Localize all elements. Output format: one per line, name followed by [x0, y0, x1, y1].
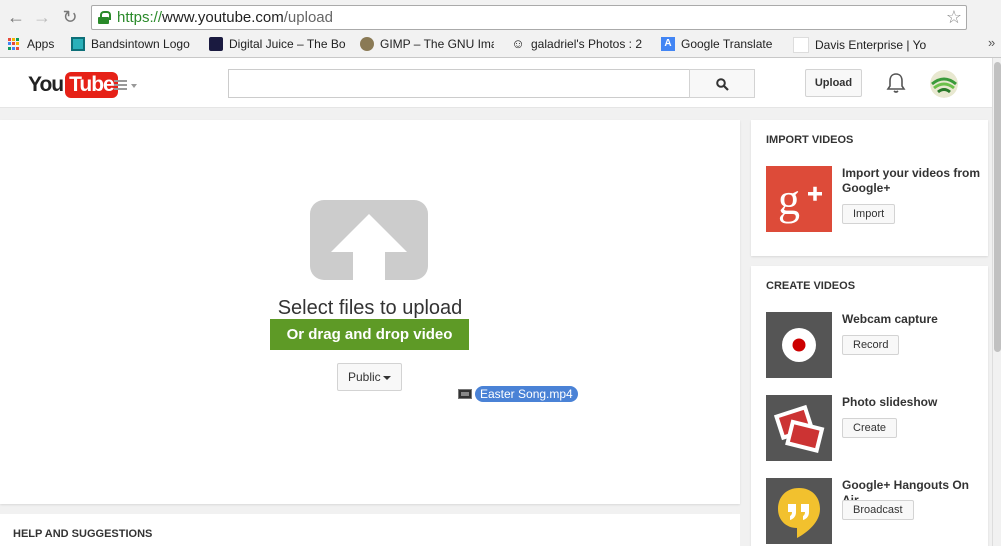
- hangouts-icon: [778, 488, 820, 538]
- browser-chrome: ← → ↻ https://www.youtube.com/upload ☆ A…: [0, 0, 1001, 58]
- avatar[interactable]: [930, 70, 958, 98]
- select-files-title[interactable]: Select files to upload: [0, 297, 740, 320]
- google-plus-tile[interactable]: g: [766, 166, 832, 232]
- hangouts-tile[interactable]: [766, 478, 832, 544]
- bookmark-label: Google Translate: [681, 37, 773, 51]
- webcam-tile[interactable]: [766, 312, 832, 378]
- logo-you: You: [28, 73, 64, 96]
- search-icon: [716, 78, 729, 91]
- digital-juice-icon: [209, 37, 223, 51]
- bookmark-bandsintown[interactable]: Bandsintown Logo: [71, 37, 190, 51]
- gimp-icon: [360, 37, 374, 51]
- notifications-bell-icon[interactable]: [886, 72, 906, 94]
- address-bar[interactable]: https://www.youtube.com/upload ☆: [91, 5, 967, 30]
- back-arrow-icon[interactable]: ←: [5, 6, 27, 28]
- import-panel-title: IMPORT VIDEOS: [766, 134, 854, 146]
- bookmark-google-translate[interactable]: A Google Translate: [661, 37, 772, 51]
- url-path: /upload: [283, 9, 333, 26]
- bookmark-digital-juice[interactable]: Digital Juice – The Bo: [209, 37, 351, 51]
- import-videos-panel: IMPORT VIDEOS g Import your videos from …: [751, 120, 988, 256]
- lock-icon: [98, 11, 111, 24]
- url-text: https://www.youtube.com/upload: [117, 9, 333, 26]
- drag-drop-banner: Or drag and drop video files: [270, 319, 469, 374]
- import-button[interactable]: Import: [842, 204, 896, 224]
- guide-menu-icon[interactable]: [114, 80, 138, 92]
- webcam-title: Webcam capture: [842, 312, 938, 326]
- create-panel-title: CREATE VIDEOS: [766, 280, 856, 292]
- google-plus-icon: g: [778, 175, 822, 224]
- bookmarks-bar: Apps Bandsintown Logo Digital Juice – Th…: [0, 34, 1001, 56]
- broadcast-button[interactable]: Broadcast: [842, 500, 914, 520]
- create-videos-panel: CREATE VIDEOS Webcam capture Record Phot…: [751, 266, 988, 546]
- privacy-select[interactable]: Public: [337, 363, 402, 391]
- forward-arrow-icon[interactable]: →: [31, 6, 53, 28]
- help-panel: HELP AND SUGGESTIONS: [0, 514, 740, 546]
- bookmark-davis-enterprise[interactable]: Davis Enterprise | Yo: [793, 37, 933, 53]
- dragged-file-name: Easter Song.mp4: [475, 386, 578, 402]
- bookmark-label: Digital Juice – The Bo: [229, 37, 346, 51]
- reload-icon[interactable]: ↻: [59, 6, 81, 28]
- svg-text:g: g: [778, 175, 800, 224]
- bookmark-label: Bandsintown Logo: [91, 37, 190, 51]
- photos-icon: [773, 404, 825, 453]
- bookmark-galadriel[interactable]: ☺ galadriel's Photos : 2: [511, 36, 647, 52]
- bandsintown-icon: [71, 37, 85, 51]
- import-item-title: Import your videos from Google+: [842, 166, 981, 195]
- google-translate-icon: A: [661, 37, 675, 51]
- bookmarks-overflow-icon[interactable]: »: [988, 35, 995, 50]
- video-file-icon: [458, 389, 472, 399]
- bookmark-label: galadriel's Photos : 2: [531, 37, 643, 51]
- caret-down-icon: [383, 376, 391, 380]
- bookmark-gimp[interactable]: GIMP – The GNU Ima: [360, 37, 494, 51]
- apps-grid-icon: [7, 37, 21, 51]
- privacy-value: Public: [348, 370, 381, 384]
- page-scrollbar[interactable]: [992, 58, 1001, 546]
- bookmark-star-icon[interactable]: ☆: [946, 7, 962, 28]
- url-host: www.youtube.com: [162, 9, 284, 26]
- record-icon: [782, 328, 816, 362]
- upload-panel: Select files to upload Or drag and drop …: [0, 120, 740, 504]
- url-scheme: https://: [117, 9, 163, 26]
- youtube-header: You Tube Upload: [0, 58, 992, 108]
- search-button[interactable]: [689, 69, 755, 98]
- scrollbar-thumb[interactable]: [994, 62, 1001, 352]
- slideshow-tile[interactable]: [766, 395, 832, 461]
- logo-tube: Tube: [65, 72, 118, 98]
- record-button[interactable]: Record: [842, 335, 900, 355]
- blank-page-icon: [793, 37, 809, 53]
- smile-icon: ☺: [511, 36, 525, 51]
- search-input[interactable]: [228, 69, 690, 98]
- bookmark-label: Apps: [27, 37, 55, 51]
- slideshow-title: Photo slideshow: [842, 395, 938, 409]
- bookmark-label: Davis Enterprise | Yo: [815, 38, 927, 52]
- upload-arrow-icon[interactable]: [310, 200, 428, 280]
- help-title: HELP AND SUGGESTIONS: [13, 528, 153, 540]
- create-button[interactable]: Create: [842, 418, 898, 438]
- dragged-file: Easter Song.mp4: [458, 386, 578, 402]
- bookmark-label: GIMP – The GNU Ima: [380, 37, 494, 51]
- youtube-logo[interactable]: You Tube: [28, 72, 118, 98]
- bookmark-apps[interactable]: Apps: [7, 37, 54, 51]
- upload-button[interactable]: Upload: [805, 69, 862, 97]
